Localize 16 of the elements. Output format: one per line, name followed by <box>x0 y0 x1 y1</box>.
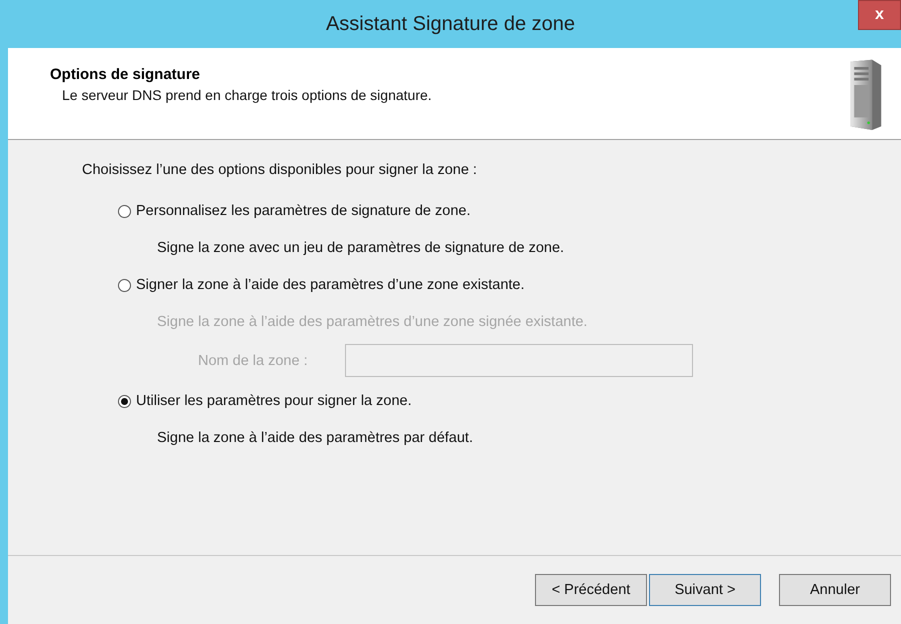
window-title: Assistant Signature de zone <box>326 12 576 36</box>
page-title: Options de signature <box>50 66 202 83</box>
field-label: Nom de la zone : <box>198 352 309 368</box>
option-label[interactable]: Personnalisez les paramètres de signature de zone. <box>136 203 470 219</box>
close-button[interactable]: x <box>858 0 901 30</box>
wizard-button[interactable]: < Précédent <box>535 574 647 606</box>
option-label[interactable]: Utiliser les paramètres pour signer la zone. <box>136 393 412 409</box>
option-description: Signe la zone avec un jeu de paramètres de signature de zone. <box>157 240 566 256</box>
option-description: Signe la zone à l’aide des paramètres par défaut. <box>157 430 474 446</box>
wizard-button[interactable]: Suivant > <box>649 574 761 606</box>
radio-button[interactable] <box>118 204 131 218</box>
option-description: Signe la zone à l’aide des paramètres d’une zone signée existante. <box>157 314 588 330</box>
instruction-text: Choisissez l’une des options disponibles pour signer la zone : <box>82 162 478 178</box>
page-subtitle: Le serveur DNS prend en charge trois options de signature. <box>62 87 432 103</box>
radio-button[interactable] <box>118 394 131 408</box>
wizard-button[interactable]: Annuler <box>779 574 891 606</box>
